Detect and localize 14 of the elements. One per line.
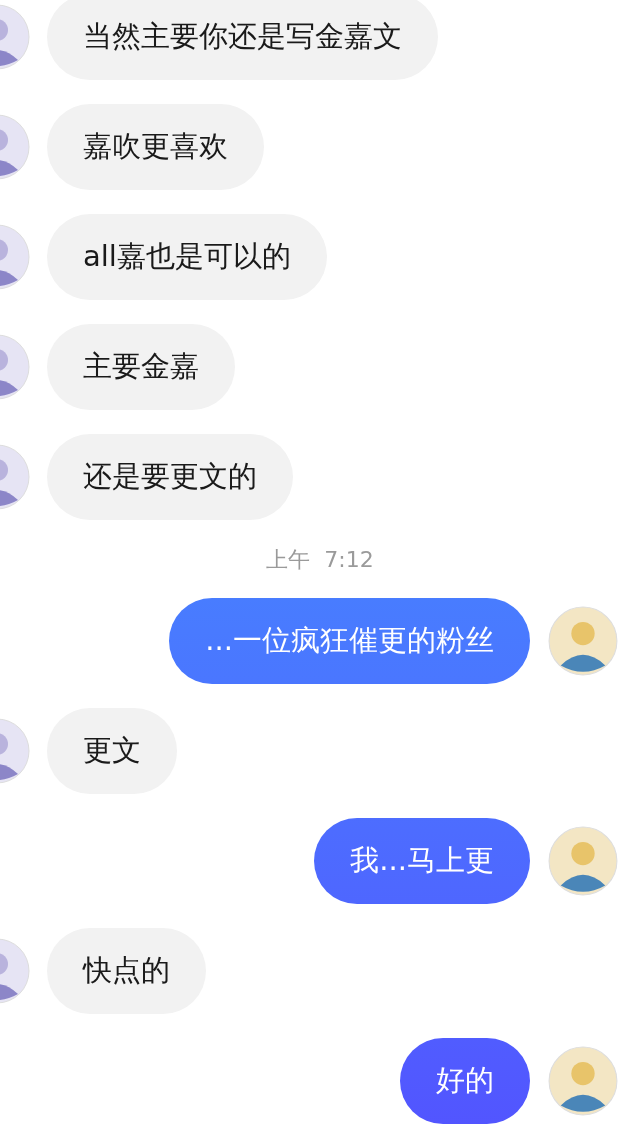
message-bubble: 更文 bbox=[47, 708, 177, 794]
message-bubble: 当然主要你还是写金嘉文 bbox=[47, 0, 438, 80]
avatar[interactable] bbox=[548, 606, 618, 676]
message-bubble: 快点的 bbox=[47, 928, 206, 1014]
message-bubble: ...一位疯狂催更的粉丝 bbox=[169, 598, 530, 684]
message-bubble: 主要金嘉 bbox=[47, 324, 235, 410]
message-bubble: all嘉也是可以的 bbox=[47, 214, 327, 300]
message-bubble: 还是要更文的 bbox=[47, 434, 293, 520]
avatar[interactable] bbox=[548, 1046, 618, 1116]
message-bubble: 好的 bbox=[400, 1038, 530, 1124]
timestamp: 上午 7:12 bbox=[266, 545, 374, 574]
message-bubble: 嘉吹更喜欢 bbox=[47, 104, 264, 190]
message-bubble: 我...马上更 bbox=[314, 818, 530, 904]
avatar[interactable] bbox=[548, 826, 618, 896]
